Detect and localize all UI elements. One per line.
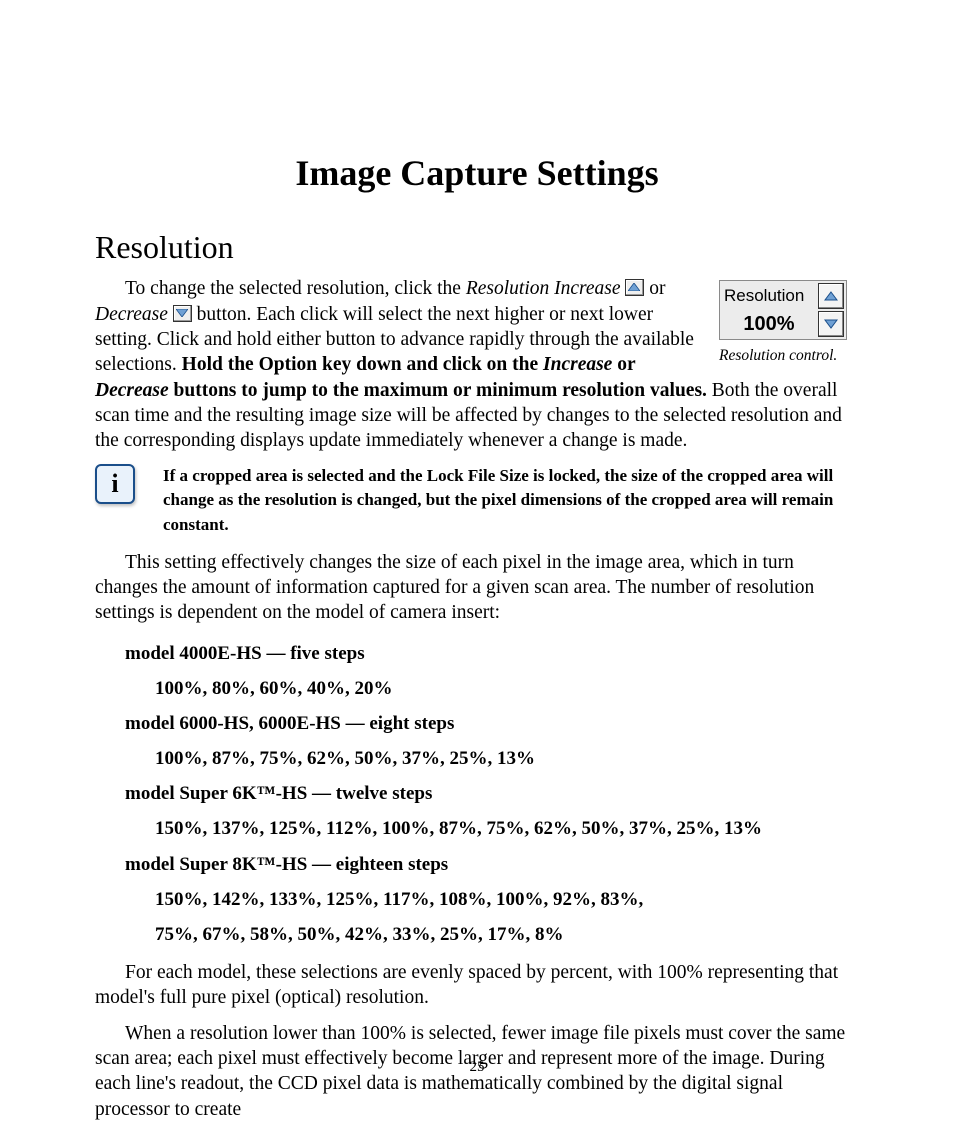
text: 150%, 137%, 125%, 112%, 100%, 87%, 75%, …	[155, 811, 859, 846]
text: Resolution Increase	[466, 278, 621, 299]
text: To change the selected resolution, click…	[125, 278, 466, 299]
text: Decrease	[95, 304, 168, 325]
model-steps-list: model 4000E-HS — five steps 100%, 80%, 6…	[125, 636, 859, 952]
paragraph-3: For each model, these selections are eve…	[95, 960, 859, 1011]
increase-button-icon	[625, 279, 644, 296]
text: Increase	[543, 354, 612, 375]
text: 100%, 80%, 60%, 40%, 20%	[155, 671, 859, 706]
text: model Super 6K™-HS — twelve steps	[125, 783, 432, 804]
triangle-up-icon	[824, 291, 838, 301]
model-4000e-hs: model 4000E-HS — five steps 100%, 80%, 6…	[125, 636, 859, 706]
text: Decrease	[95, 380, 169, 401]
info-note-block: i If a cropped area is selected and the …	[95, 464, 859, 538]
resolution-widget: Resolution 100%	[719, 280, 847, 340]
text: or	[644, 278, 665, 299]
section-heading-resolution: Resolution	[95, 227, 859, 269]
text: 75%, 67%, 58%, 50%, 42%, 33%, 25%, 17%, …	[155, 917, 859, 952]
text: Hold the Option key down and click on th…	[182, 354, 543, 375]
model-super-8k-hs: model Super 8K™-HS — eighteen steps 150%…	[125, 847, 859, 952]
figure-caption: Resolution control.	[719, 346, 859, 366]
resolution-control-figure: Resolution 100% Resolution control.	[719, 280, 859, 366]
resolution-widget-label: Resolution	[722, 283, 816, 309]
info-icon: i	[95, 464, 135, 504]
resolution-increase-button[interactable]	[818, 283, 844, 309]
text: 100%, 87%, 75%, 62%, 50%, 37%, 25%, 13%	[155, 741, 859, 776]
resolution-value: 100%	[722, 311, 816, 337]
paragraph-2: This setting effectively changes the siz…	[95, 550, 859, 626]
text: or	[612, 354, 635, 375]
text: 150%, 142%, 133%, 125%, 117%, 108%, 100%…	[155, 882, 859, 917]
text: buttons to jump to the maximum or minimu…	[169, 380, 707, 401]
model-6000-hs: model 6000-HS, 6000E-HS — eight steps 10…	[125, 706, 859, 776]
page-title: Image Capture Settings	[95, 150, 859, 197]
page-number: 25	[95, 1058, 859, 1078]
model-super-6k-hs: model Super 6K™-HS — twelve steps 150%, …	[125, 776, 859, 846]
triangle-down-icon	[824, 319, 838, 329]
text: model 6000-HS, 6000E-HS — eight steps	[125, 713, 454, 734]
text: model Super 8K™-HS — eighteen steps	[125, 854, 448, 875]
info-note-text: If a cropped area is selected and the Lo…	[163, 464, 859, 538]
text: model 4000E-HS — five steps	[125, 643, 365, 664]
decrease-button-icon	[173, 305, 192, 322]
resolution-decrease-button[interactable]	[818, 311, 844, 337]
